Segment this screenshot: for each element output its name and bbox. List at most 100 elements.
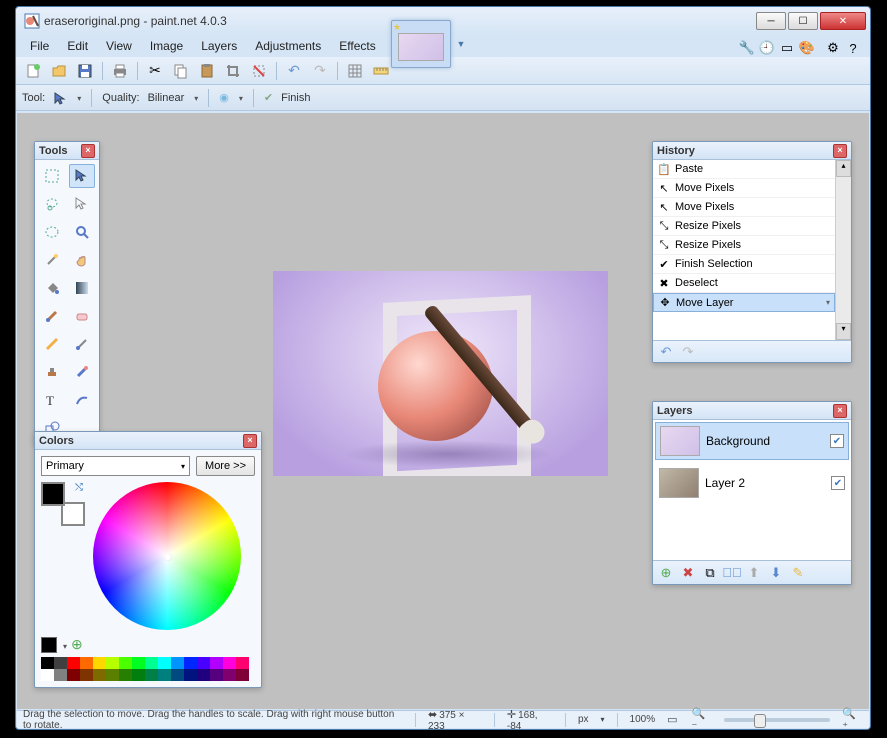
add-color-icon[interactable]: ⊕ (71, 636, 83, 653)
history-panel[interactable]: History× 📋Paste↖Move Pixels↖Move Pixels⤡… (652, 141, 852, 363)
tool-eraser[interactable] (69, 304, 95, 328)
tool-move-selection[interactable] (69, 164, 95, 188)
finish-check-icon[interactable]: ✔ (264, 91, 273, 104)
palette-swatch[interactable] (145, 669, 158, 681)
palette-swatch[interactable] (236, 657, 249, 669)
sampling-icon[interactable]: ◉ (219, 91, 229, 104)
palette-swatch[interactable] (80, 657, 93, 669)
layer-up-icon[interactable]: ⬆ (745, 564, 763, 582)
palette-swatch[interactable] (158, 669, 171, 681)
menu-image[interactable]: Image (142, 37, 191, 55)
active-tool-icon[interactable] (53, 91, 67, 105)
history-panel-close-icon[interactable]: × (833, 144, 847, 158)
zoom-in-icon[interactable]: 🔍⁺ (842, 707, 861, 733)
maximize-button[interactable]: ☐ (788, 12, 818, 30)
tool-pencil[interactable] (39, 332, 65, 356)
colors-panel-close-icon[interactable]: × (243, 434, 257, 448)
tool-pan[interactable] (69, 248, 95, 272)
palette-swatch[interactable] (210, 657, 223, 669)
layers-panel-close-icon[interactable]: × (833, 404, 847, 418)
history-undo-icon[interactable]: ↶ (657, 343, 675, 361)
tool-zoom[interactable] (69, 220, 95, 244)
palette-swatch[interactable] (210, 669, 223, 681)
history-item[interactable]: ↖Move Pixels (653, 179, 835, 198)
settings-icon[interactable]: ⚙ (824, 39, 842, 57)
crop-icon[interactable] (222, 60, 244, 82)
palette-swatch[interactable] (236, 669, 249, 681)
tool-color-picker[interactable] (69, 332, 95, 356)
menu-view[interactable]: View (98, 37, 140, 55)
palette-swatch[interactable] (132, 669, 145, 681)
palette-swatch[interactable] (54, 657, 67, 669)
undo-icon[interactable]: ↶ (283, 60, 305, 82)
layer-item[interactable]: Background✔ (655, 422, 849, 460)
layer-merge-icon[interactable]: ⬇⃝ (723, 564, 741, 582)
palette-swatch[interactable] (41, 669, 54, 681)
paste-icon[interactable] (196, 60, 218, 82)
history-redo-icon[interactable]: ↷ (679, 343, 697, 361)
palette-swatch[interactable] (41, 657, 54, 669)
history-list[interactable]: 📋Paste↖Move Pixels↖Move Pixels⤡Resize Pi… (653, 160, 835, 340)
history-item[interactable]: ✔Finish Selection (653, 255, 835, 274)
current-color-swatch[interactable] (41, 637, 57, 653)
layers-toggle-icon[interactable]: ▭ (778, 39, 796, 57)
palette-swatch[interactable] (93, 657, 106, 669)
cut-icon[interactable]: ✂ (144, 60, 166, 82)
history-item[interactable]: ↖Move Pixels (653, 198, 835, 217)
color-mode-select[interactable]: Primary (41, 456, 190, 476)
quality-dropdown[interactable] (192, 92, 198, 104)
tools-panel-close-icon[interactable]: × (81, 144, 95, 158)
layer-down-icon[interactable]: ⬇ (767, 564, 785, 582)
palette-swatch[interactable] (223, 657, 236, 669)
tool-recolor[interactable] (69, 360, 95, 384)
palette-swatch[interactable] (67, 657, 80, 669)
tools-panel[interactable]: Tools× T (34, 141, 100, 445)
tool-text[interactable]: T (39, 388, 65, 412)
layer-item[interactable]: Layer 2✔ (655, 464, 849, 502)
menu-effects[interactable]: Effects (331, 37, 383, 55)
palette-swatch[interactable] (184, 657, 197, 669)
tools-toggle-icon[interactable]: 🔧 (738, 39, 756, 57)
history-item[interactable]: ⤡Resize Pixels (653, 217, 835, 236)
layer-add-icon[interactable]: ⊕ (657, 564, 675, 582)
palette-swatch[interactable] (158, 657, 171, 669)
history-scrollbar[interactable] (835, 160, 851, 340)
sampling-dropdown[interactable] (237, 92, 243, 104)
palette-swatch[interactable] (145, 657, 158, 669)
palette-swatch[interactable] (197, 669, 210, 681)
zoom-out-icon[interactable]: 🔍⁻ (692, 707, 711, 733)
tool-gradient[interactable] (69, 276, 95, 300)
canvas-image[interactable] (273, 271, 608, 476)
history-item[interactable]: ⤡Resize Pixels (653, 236, 835, 255)
palette-swatch[interactable] (197, 657, 210, 669)
save-icon[interactable] (74, 60, 96, 82)
document-thumb[interactable]: ★ (391, 20, 451, 68)
menu-edit[interactable]: Edit (59, 37, 96, 55)
layer-visibility-checkbox[interactable]: ✔ (831, 476, 845, 490)
finish-label[interactable]: Finish (281, 92, 310, 104)
redo-icon[interactable]: ↷ (309, 60, 331, 82)
foreground-color-swatch[interactable] (41, 482, 65, 506)
palette-swatch[interactable] (119, 669, 132, 681)
palette-swatch[interactable] (106, 657, 119, 669)
print-icon[interactable] (109, 60, 131, 82)
history-toggle-icon[interactable]: 🕘 (758, 39, 776, 57)
new-file-icon[interactable] (22, 60, 44, 82)
open-file-icon[interactable] (48, 60, 70, 82)
deselect-icon[interactable] (248, 60, 270, 82)
tool-rect-select[interactable] (39, 164, 65, 188)
tool-ellipse-select[interactable] (39, 220, 65, 244)
colors-panel[interactable]: Colors× Primary More >> ⤭ ⊕ (34, 431, 262, 688)
tool-move-selected-pixels[interactable] (69, 192, 95, 216)
ruler-icon[interactable] (370, 60, 392, 82)
layer-properties-icon[interactable]: ✎ (789, 564, 807, 582)
palette-swatch[interactable] (93, 669, 106, 681)
menu-layers[interactable]: Layers (193, 37, 245, 55)
copy-icon[interactable] (170, 60, 192, 82)
tool-clone-stamp[interactable] (39, 360, 65, 384)
colors-more-button[interactable]: More >> (196, 456, 255, 476)
palette-swatch[interactable] (54, 669, 67, 681)
color-wheel-cursor[interactable] (164, 553, 172, 561)
tool-paint-bucket[interactable] (39, 276, 65, 300)
color-swatches[interactable]: ⤭ (41, 482, 85, 526)
